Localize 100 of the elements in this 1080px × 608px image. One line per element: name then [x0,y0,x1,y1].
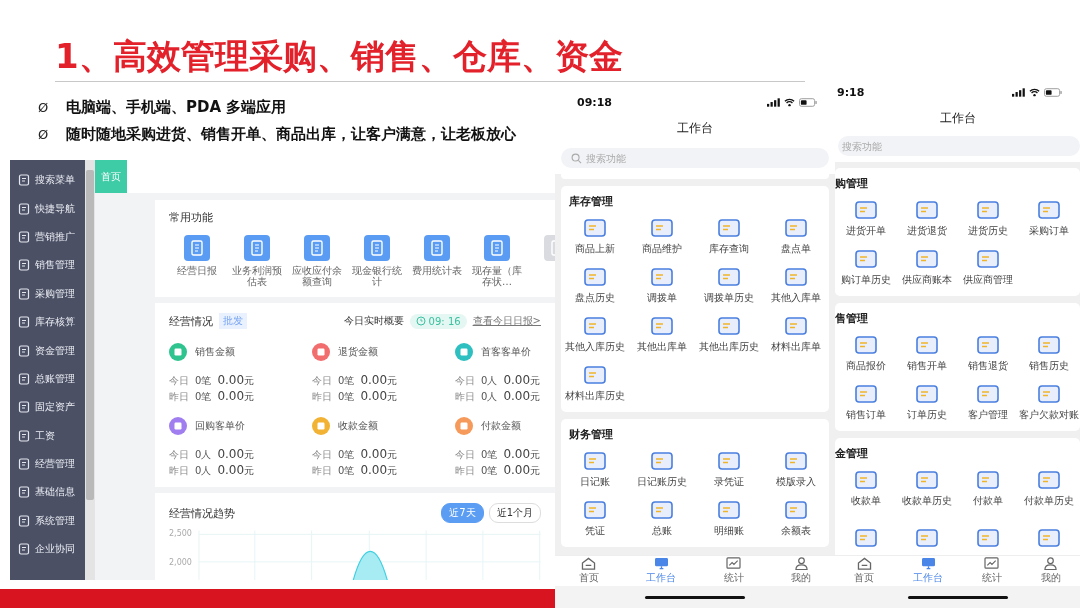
sidebar-item[interactable]: 总账管理 [10,364,85,394]
function-label[interactable]: 费用统计表 [408,265,466,276]
function-label[interactable]: 调拨单 [646,290,677,305]
sidebar-item[interactable]: 工资 [10,421,85,450]
document-icon[interactable] [915,248,938,269]
tab[interactable]: 工作台 [646,556,677,586]
function-label[interactable]: 材料出库单 [770,339,821,354]
sidebar-item[interactable]: 经营管理 [10,449,85,479]
document-icon[interactable] [184,235,210,261]
function-label[interactable]: 盘点历史 [574,290,615,305]
function-label[interactable]: 客户欠款对账 [1019,407,1080,422]
function-label[interactable]: 商品上新 [574,241,615,256]
document-icon[interactable] [977,334,1000,355]
function-label[interactable]: 订单历史 [906,407,947,422]
document-icon[interactable] [650,450,673,471]
scrollbar[interactable] [85,160,95,580]
function-label[interactable]: 供应商账本 [901,272,952,287]
sidebar-item[interactable]: 固定资产 [10,393,85,422]
document-icon[interactable] [717,450,740,471]
document-icon[interactable] [717,266,740,287]
tab[interactable]: 我的 [791,556,812,586]
function-label[interactable]: 其他出库单 [636,339,687,354]
function-label[interactable]: 进货开单 [845,223,886,238]
document-icon[interactable] [915,199,938,220]
function-label[interactable]: 收款单历史 [901,493,952,508]
document-icon[interactable] [717,315,740,336]
tab[interactable]: 首页 [854,556,875,586]
document-icon[interactable] [915,383,938,404]
document-icon[interactable] [1038,383,1061,404]
document-icon[interactable] [784,499,807,520]
sidebar-item[interactable]: 快捷导航 [10,194,85,223]
sidebar-item[interactable]: 搜索菜单 [10,166,85,195]
document-icon[interactable] [915,527,938,548]
function-label[interactable]: 模版录入 [775,474,816,489]
document-icon[interactable] [583,266,606,287]
sidebar-item[interactable]: 系统管理 [10,506,85,536]
tab[interactable]: 统计 [981,556,1002,586]
document-icon[interactable] [650,217,673,238]
function-label[interactable]: 日记账 [579,474,610,489]
sidebar-item[interactable]: 企业协同 [10,535,85,564]
tab[interactable]: 工作台 [913,556,944,586]
tab[interactable]: 统计 [723,556,744,586]
function-label[interactable]: 收款单 [850,493,881,508]
document-icon[interactable] [1038,469,1061,490]
search-field[interactable]: 搜索功能 [561,148,829,168]
document-icon[interactable] [854,334,877,355]
function-label[interactable]: 商品维护 [641,241,682,256]
document-icon[interactable] [915,469,938,490]
function-label[interactable]: 商品报价 [845,358,886,373]
function-label[interactable]: 明细账 [713,523,744,538]
document-icon[interactable] [1038,199,1061,220]
document-icon[interactable] [583,315,606,336]
function-label[interactable]: 销售开单 [906,358,947,373]
document-icon[interactable] [915,334,938,355]
function-label[interactable]: 经营日报 [168,265,226,276]
document-icon[interactable] [364,235,390,261]
document-icon[interactable] [424,235,450,261]
function-label[interactable]: 其他入库单 [770,290,821,305]
document-icon[interactable] [583,450,606,471]
daily-report-link[interactable]: 查看今日日报> [472,314,541,328]
range-button[interactable]: 近1个月 [488,503,541,523]
function-label[interactable]: 客户管理 [968,407,1009,422]
document-icon[interactable] [854,469,877,490]
function-label[interactable]: 销售订单 [845,407,886,422]
function-label[interactable]: 业务利润预估表 [228,265,286,287]
function-label[interactable]: 调拨单历史 [703,290,754,305]
document-icon[interactable] [244,235,270,261]
function-label[interactable]: 凭证 [584,523,605,538]
document-icon[interactable] [484,235,510,261]
document-icon[interactable] [784,217,807,238]
function-label[interactable]: 其他入库历史 [564,339,625,354]
function-label[interactable]: 现金银行统计 [348,265,406,287]
function-label[interactable]: 采购订单 [1029,223,1070,238]
function-label[interactable]: 库存查询 [708,241,749,256]
document-icon[interactable] [854,248,877,269]
function-label[interactable]: 总账 [651,523,672,538]
document-icon[interactable] [304,235,330,261]
function-label[interactable]: 进货退货 [906,223,947,238]
sidebar-item[interactable]: 销售管理 [10,251,85,280]
document-icon[interactable] [583,364,606,385]
function-label[interactable]: 日记账历史 [636,474,687,489]
function-label[interactable]: 销售历史 [1029,358,1070,373]
function-label[interactable]: 其他出库历史 [698,339,759,354]
document-icon[interactable] [1038,334,1061,355]
document-icon[interactable] [650,315,673,336]
function-label[interactable]: 应收应付余额查询 [288,265,346,287]
function-label[interactable]: 付款单 [973,493,1004,508]
document-icon[interactable] [1038,527,1061,548]
tab[interactable]: 首页 [578,556,599,586]
function-label[interactable]: 付款单历史 [1024,493,1075,508]
sidebar-item[interactable]: 采购管理 [10,279,85,308]
document-icon[interactable] [854,199,877,220]
search-field[interactable]: 搜索功能 [838,136,1080,156]
document-icon[interactable] [717,217,740,238]
document-icon[interactable] [977,248,1000,269]
document-icon[interactable] [977,469,1000,490]
document-icon[interactable] [784,450,807,471]
document-icon[interactable] [650,499,673,520]
document-icon[interactable] [977,527,1000,548]
document-icon[interactable] [583,217,606,238]
